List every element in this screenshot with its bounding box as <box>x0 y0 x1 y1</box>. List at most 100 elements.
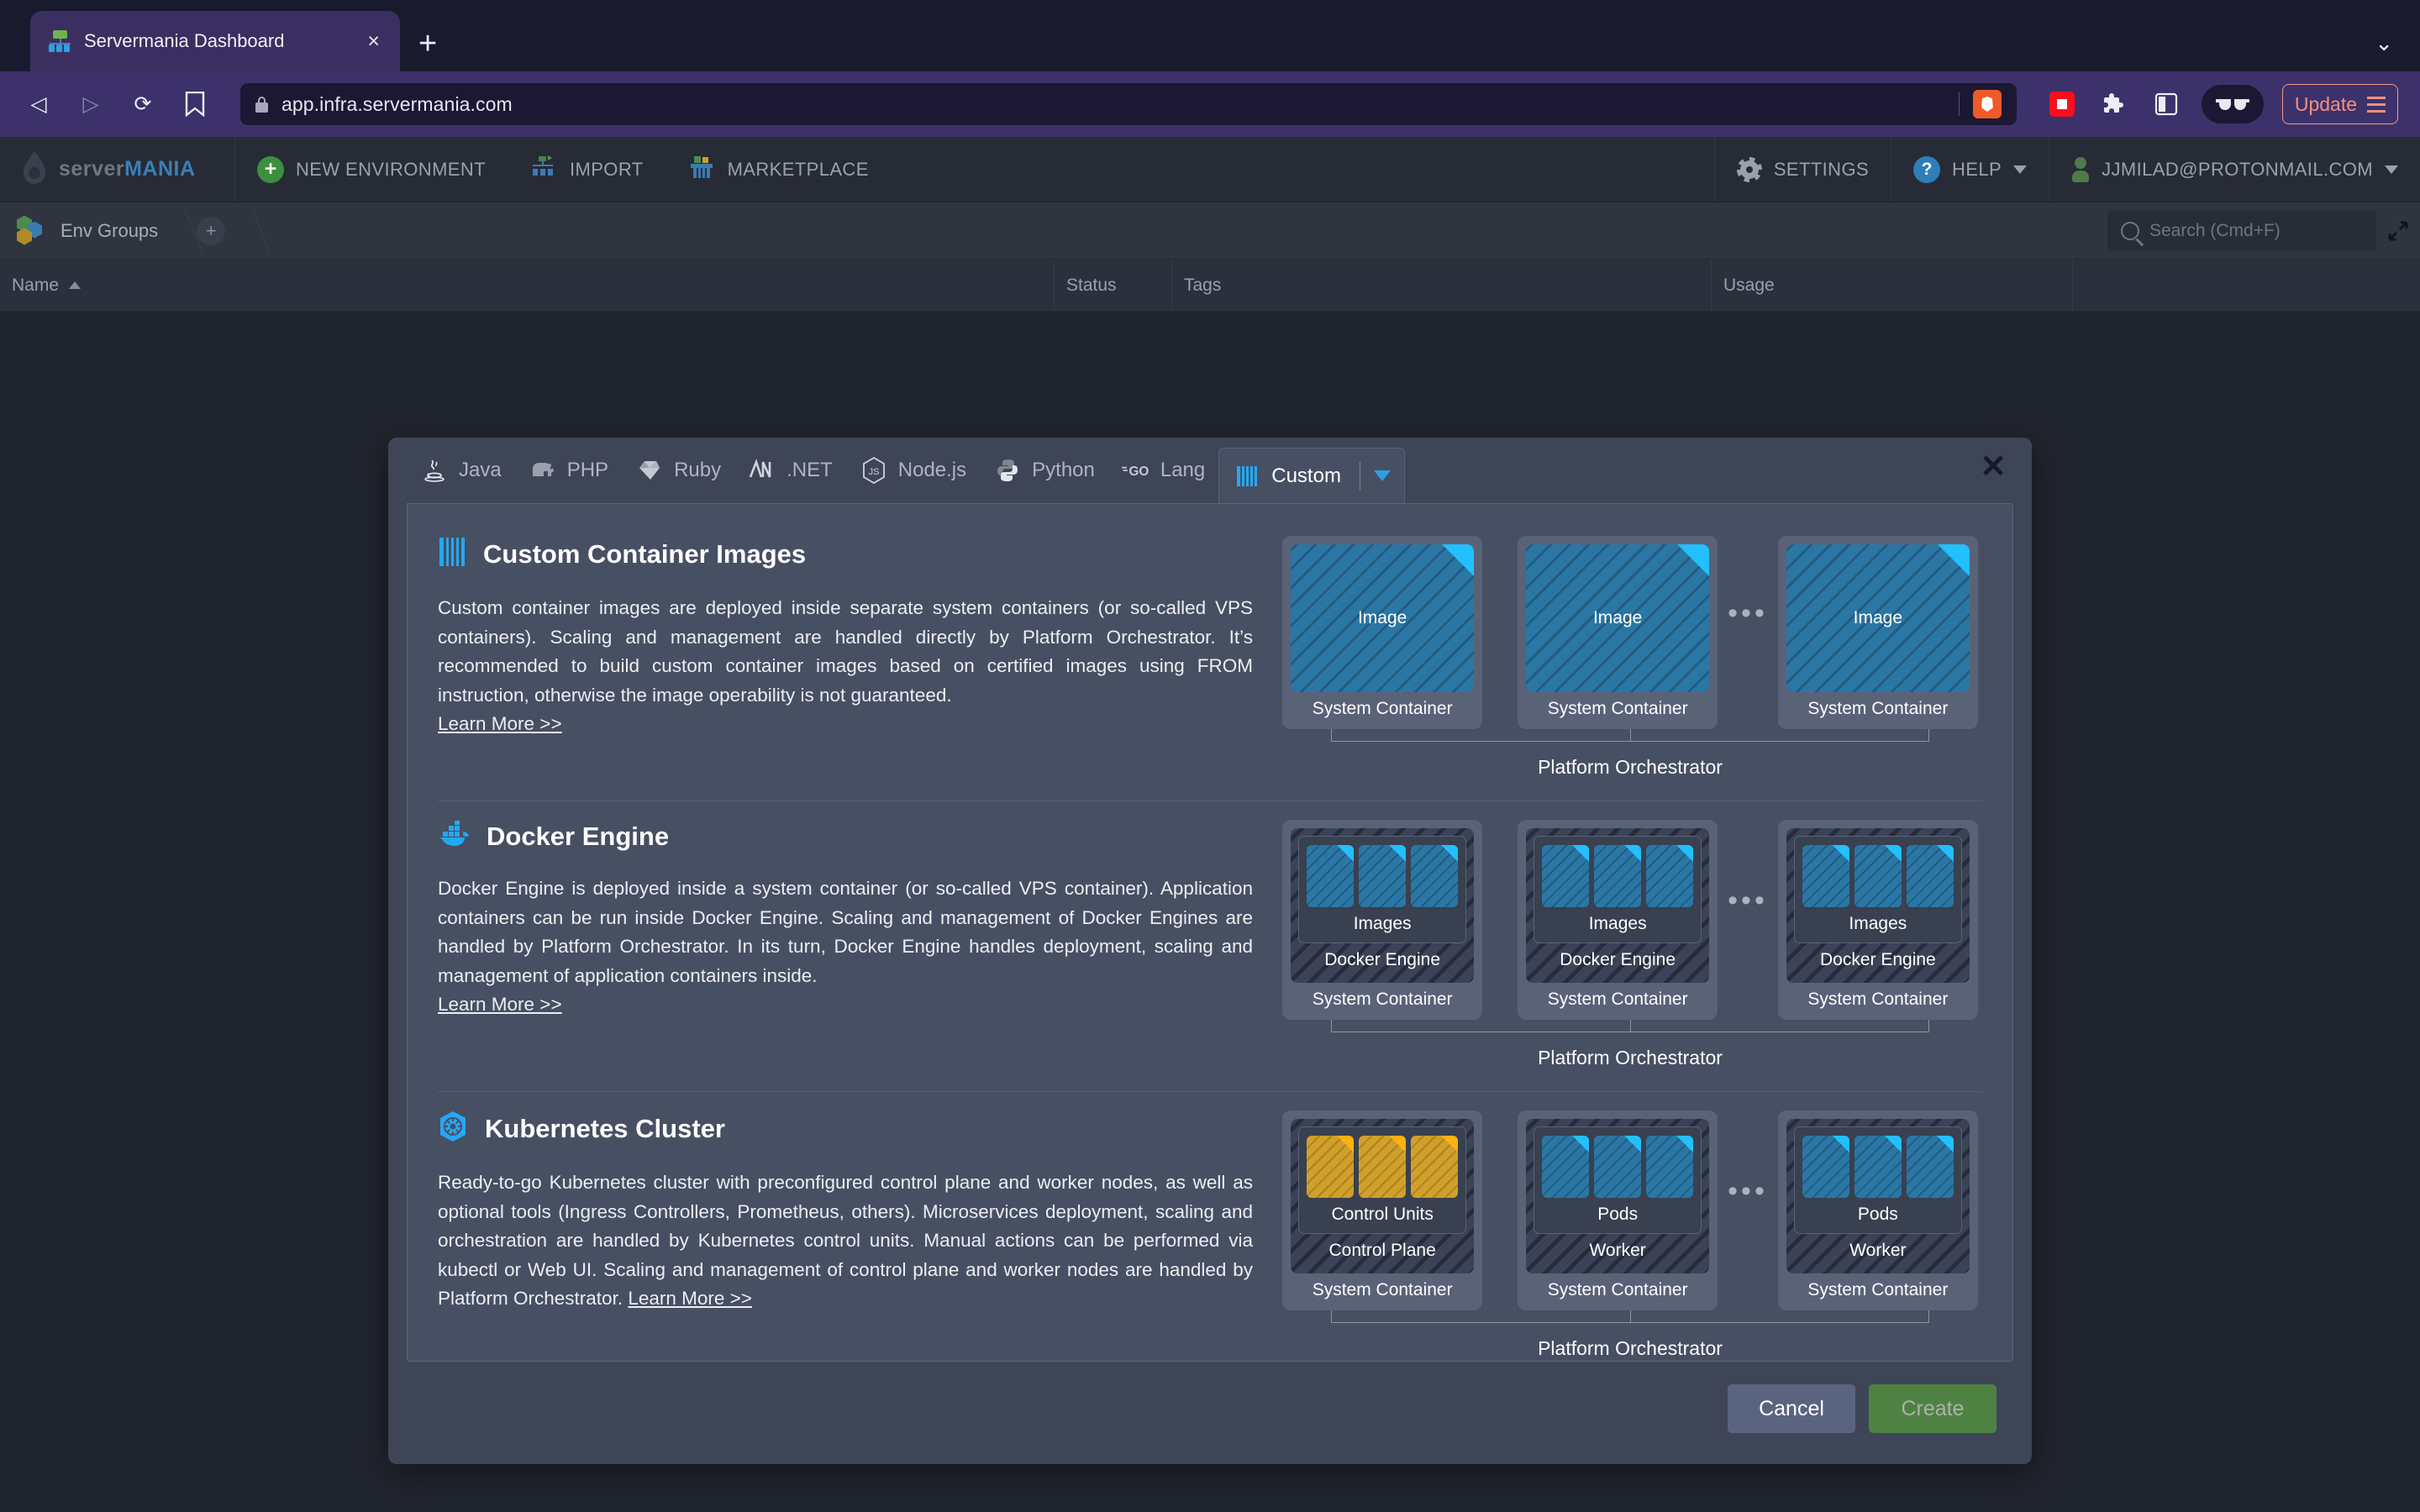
app-header-right: SETTINGS ? HELP JJMILAD@PROTONMAIL.COM <box>1713 137 2420 202</box>
table-header: Name Status Tags Usage <box>0 260 2420 312</box>
chevron-down-icon[interactable]: ⌄ <box>2375 30 2393 56</box>
section-header: Kubernetes Cluster <box>438 1110 1253 1147</box>
stack-tabs: Java PHP Ruby .NET JS Node.js Python GO … <box>388 438 2032 503</box>
learn-more-link[interactable]: Learn More >> <box>628 1288 752 1309</box>
mini-images-row <box>1542 845 1694 907</box>
go-icon: GO <box>1121 456 1150 485</box>
search-input[interactable]: Search (Cmd+F) <box>2107 210 2376 251</box>
new-environment-dialog: Java PHP Ruby .NET JS Node.js Python GO … <box>388 438 2032 1464</box>
import-button[interactable]: IMPORT <box>508 137 666 202</box>
extensions-icon[interactable] <box>2097 87 2131 121</box>
column-header-usage[interactable]: Usage <box>1711 260 2072 311</box>
close-icon[interactable]: × <box>362 28 385 55</box>
tab-python[interactable]: Python <box>980 444 1108 496</box>
container-label: System Container <box>1312 990 1453 1009</box>
marketplace-button[interactable]: MARKETPLACE <box>666 137 891 202</box>
section-body: Docker Engine is deployed inside a syste… <box>438 874 1253 1020</box>
section-text-block: Custom Container Images Custom container… <box>438 536 1278 779</box>
user-menu-button[interactable]: JJMILAD@PROTONMAIL.COM <box>2049 137 2420 202</box>
section-body-text: Docker Engine is deployed inside a syste… <box>438 878 1253 986</box>
docker-icon <box>438 820 470 853</box>
back-button[interactable]: ◁ <box>22 93 55 115</box>
bookmark-icon[interactable] <box>178 87 212 121</box>
system-container-node: Image System Container <box>1518 536 1718 729</box>
orchestrator-label: Platform Orchestrator <box>1538 1047 1723 1068</box>
ellipsis: ••• <box>1728 885 1768 916</box>
images-box: Images <box>1298 836 1467 943</box>
browser-tabstrip: Servermania Dashboard × + ⌄ <box>0 0 2420 71</box>
engine-label: Docker Engine <box>1560 950 1676 969</box>
sidebar-icon[interactable] <box>2149 87 2183 121</box>
diagram-row: Image System Container Image System Cont… <box>1282 536 1978 729</box>
help-button[interactable]: ? HELP <box>1891 137 2049 202</box>
new-environment-button[interactable]: + NEW ENVIRONMENT <box>235 137 508 202</box>
mini-pod <box>1594 1136 1642 1198</box>
engine-box: Images Docker Engine <box>1786 828 1970 983</box>
reload-button[interactable]: ⟳ <box>126 93 160 115</box>
orchestrator-brace <box>1282 1020 1978 1043</box>
tab-ruby[interactable]: Ruby <box>622 444 734 496</box>
browser-tab[interactable]: Servermania Dashboard × <box>30 11 400 71</box>
update-button[interactable]: Update <box>2281 84 2398 124</box>
record-icon[interactable] <box>2045 87 2079 121</box>
app-logo[interactable]: serverMANIA <box>0 137 235 202</box>
mini-pod <box>1802 1136 1849 1198</box>
collapse-icon[interactable] <box>2376 220 2420 242</box>
image-card: Image <box>1786 544 1970 692</box>
forward-button[interactable]: ▷ <box>74 93 108 115</box>
mini-image <box>1594 845 1642 907</box>
glasses-icon[interactable] <box>2201 85 2264 123</box>
column-usage-label: Usage <box>1723 275 1775 295</box>
new-tab-button[interactable]: + <box>418 28 437 60</box>
image-card: Image <box>1291 544 1475 692</box>
lock-icon <box>255 96 268 113</box>
close-dialog-button[interactable]: ✕ <box>1980 451 2007 483</box>
menu-icon[interactable] <box>2367 96 2386 113</box>
column-header-name[interactable]: Name <box>0 260 1054 311</box>
mini-image <box>1542 845 1590 907</box>
tab-go[interactable]: GO Lang <box>1108 444 1218 496</box>
diagram-row: Images Docker Engine System Container Im… <box>1282 820 1978 1020</box>
mini-image <box>1854 845 1902 907</box>
mini-image <box>1307 845 1355 907</box>
learn-more-link[interactable]: Learn More >> <box>438 713 562 734</box>
orchestrator-label: Platform Orchestrator <box>1538 1337 1723 1359</box>
container-label: System Container <box>1547 1280 1688 1299</box>
section-diagram: Images Docker Engine System Container Im… <box>1278 820 1982 1069</box>
url-bar[interactable]: app.infra.servermania.com <box>240 83 2017 125</box>
tab-nodejs[interactable]: JS Node.js <box>846 444 980 496</box>
import-icon <box>529 153 558 186</box>
section-docker-engine: Docker Engine Docker Engine is deployed … <box>408 801 2012 1069</box>
tab-java[interactable]: Java <box>407 444 515 496</box>
image-caption: Image <box>1592 608 1643 627</box>
images-box: Images <box>1793 836 1962 943</box>
help-label: HELP <box>1952 158 2002 180</box>
user-email-label: JJMILAD@PROTONMAIL.COM <box>2102 158 2373 180</box>
chevron-down-icon[interactable] <box>1373 470 1391 481</box>
mini-images-row <box>1307 845 1459 907</box>
learn-more-link[interactable]: Learn More >> <box>438 994 562 1015</box>
brave-shields-icon[interactable] <box>1972 90 2002 118</box>
tab-custom-label: Custom <box>1271 464 1341 487</box>
tab-ruby-label: Ruby <box>674 459 722 481</box>
node-role-label: Worker <box>1589 1241 1646 1260</box>
mini-images-row <box>1542 1136 1694 1198</box>
tab-dotnet-label: .NET <box>786 459 833 481</box>
column-header-tags[interactable]: Tags <box>1171 260 1711 311</box>
section-header: Docker Engine <box>438 820 1253 853</box>
inner-caption: Images <box>1353 914 1412 933</box>
node-role-label: Control Plane <box>1328 1241 1436 1260</box>
cancel-button[interactable]: Cancel <box>1728 1384 1855 1433</box>
diagram-row: Control Units Control Plane System Conta… <box>1282 1110 1978 1310</box>
image-card: Image <box>1526 544 1710 692</box>
breadcrumb[interactable]: Env Groups <box>0 202 158 259</box>
tab-dotnet[interactable]: .NET <box>734 444 846 496</box>
add-env-group-button[interactable]: + <box>197 216 226 245</box>
settings-button[interactable]: SETTINGS <box>1713 137 1891 202</box>
mini-image <box>1646 845 1694 907</box>
create-button[interactable]: Create <box>1869 1384 1996 1433</box>
column-header-status[interactable]: Status <box>1054 260 1171 311</box>
tab-custom[interactable]: Custom <box>1218 448 1405 503</box>
tab-php[interactable]: PHP <box>515 444 622 496</box>
custom-icon <box>1233 462 1261 491</box>
